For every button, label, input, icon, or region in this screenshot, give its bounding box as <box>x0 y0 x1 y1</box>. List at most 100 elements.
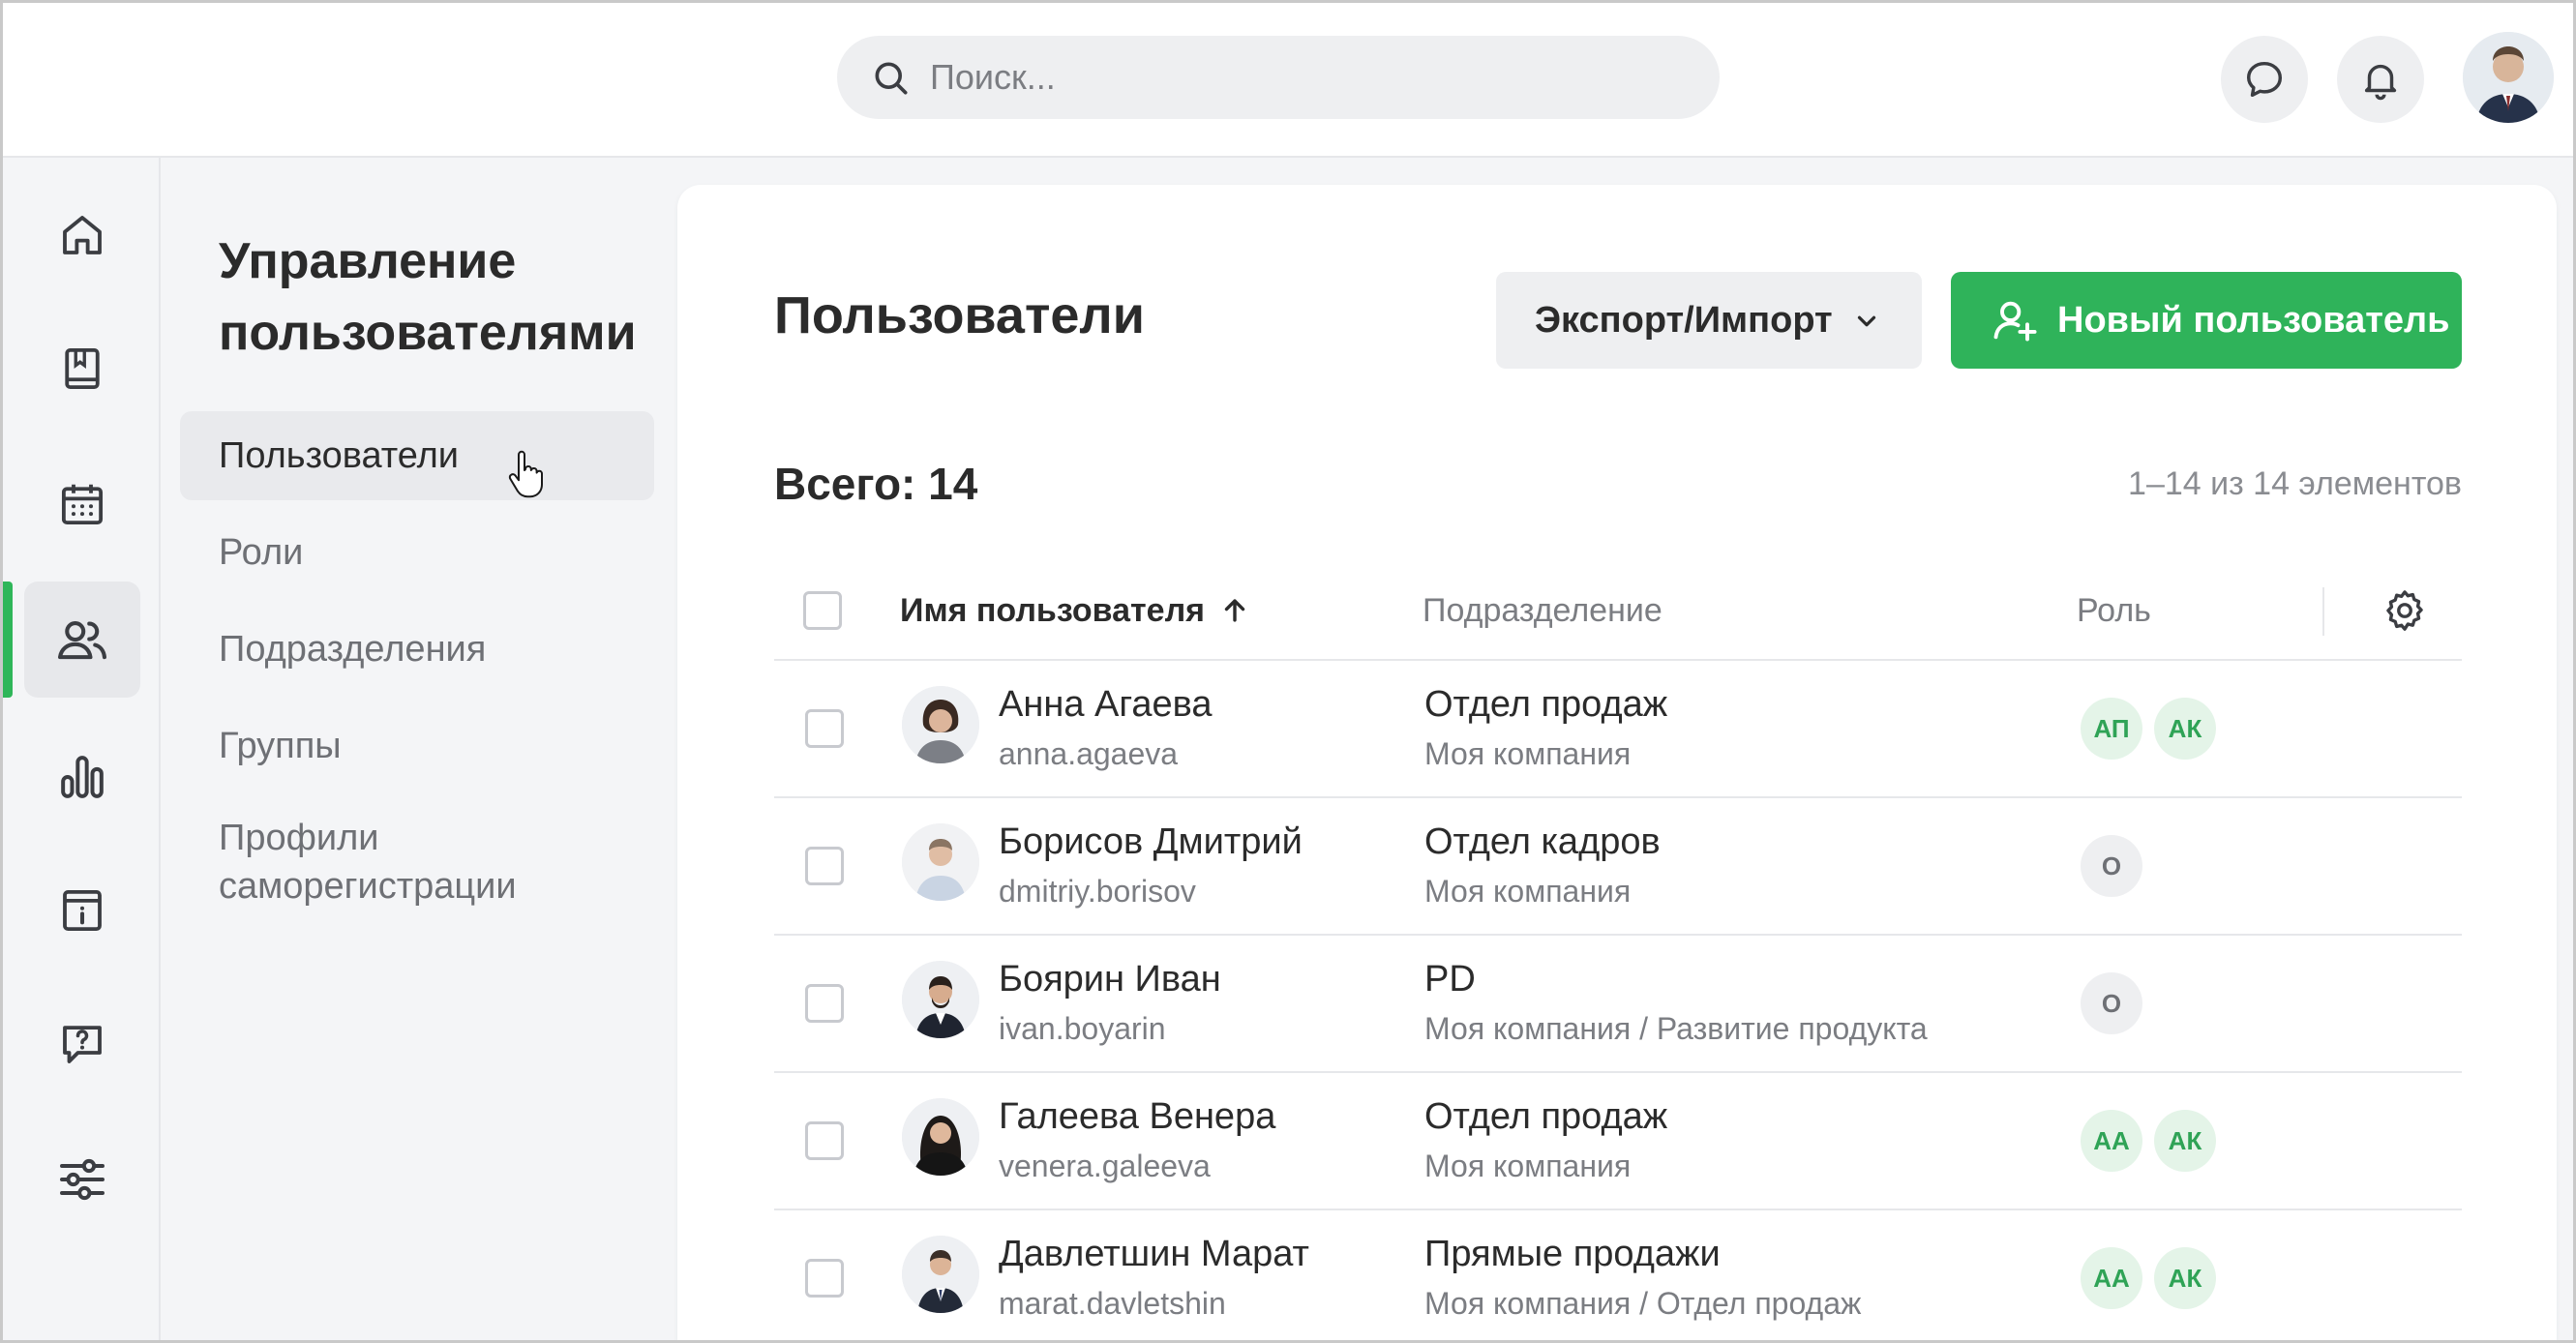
select-all-checkbox[interactable] <box>803 591 842 630</box>
select-all-cell <box>803 560 842 661</box>
user-department: Прямые продажи <box>1424 1234 1721 1274</box>
user-login: dmitriy.borisov <box>999 874 1196 909</box>
bell-icon <box>2364 64 2397 101</box>
subnav-item-users[interactable]: Пользователи <box>180 411 654 500</box>
search-icon <box>875 62 908 95</box>
user-organization: Моя компания / Отдел продаж <box>1424 1286 1862 1321</box>
home-icon <box>63 216 102 254</box>
avatar <box>902 961 979 1038</box>
table-header: Имя пользователя Подразделение Роль <box>774 560 2462 661</box>
avatar-photo <box>902 823 979 901</box>
column-dept-header[interactable]: Подразделение <box>1423 560 1662 661</box>
subnav-item-departments[interactable]: Подразделения <box>180 605 654 694</box>
rail-info[interactable] <box>24 852 140 969</box>
column-divider <box>2322 587 2324 636</box>
user-login: ivan.boyarin <box>999 1011 1166 1046</box>
role-badges: АП АК <box>2081 698 2216 760</box>
avatar-photo <box>902 961 979 1038</box>
avatar-photo <box>902 686 979 763</box>
page-title: Пользователи <box>774 286 1145 344</box>
calendar-icon <box>61 484 104 525</box>
user-organization: Моя компания / Развитие продукта <box>1424 1011 1928 1046</box>
sort-ascending-icon <box>1224 599 1245 622</box>
row-checkbox[interactable] <box>805 984 844 1023</box>
role-badge: АК <box>2154 1110 2216 1172</box>
avatar-photo <box>2463 32 2554 123</box>
user-name[interactable]: Боярин Иван <box>999 959 1221 1000</box>
table-row[interactable]: Борисов Дмитрий dmitriy.borisov Отдел ка… <box>774 798 2462 936</box>
subnav-item-self-registration[interactable]: Профили саморегистрации <box>180 814 586 910</box>
top-header <box>3 3 2573 158</box>
role-badges: О <box>2081 972 2142 1034</box>
role-badges: АА АК <box>2081 1247 2216 1309</box>
user-name[interactable]: Давлетшин Марат <box>999 1234 1309 1275</box>
user-department: PD <box>1424 959 1476 1000</box>
avatar <box>902 1236 979 1313</box>
add-user-icon <box>1993 301 2037 342</box>
user-organization: Моя компания <box>1424 736 1632 771</box>
subnav-item-roles[interactable]: Роли <box>180 508 654 597</box>
row-checkbox[interactable] <box>805 1259 844 1298</box>
section-nav: Управление пользователями Пользователи Р… <box>163 158 675 1340</box>
avatar <box>902 823 979 901</box>
avatar-photo <box>902 1098 979 1176</box>
user-department: Отдел кадров <box>1424 821 1661 862</box>
table-row[interactable]: Боярин Иван ivan.boyarin PD Моя компания… <box>774 936 2462 1073</box>
active-indicator <box>3 582 13 698</box>
user-organization: Моя компания <box>1424 1149 1632 1183</box>
avatar-photo <box>902 1236 979 1313</box>
table-row[interactable]: Галеева Венера venera.galeeva Отдел прод… <box>774 1073 2462 1210</box>
chat-bubble-icon <box>2246 61 2283 98</box>
section-title: Управление пользователями <box>219 233 637 361</box>
role-badge: АК <box>2154 698 2216 760</box>
table-row[interactable]: Анна Агаева anna.agaeva Отдел продаж Моя… <box>774 661 2462 798</box>
subnav-item-groups[interactable]: Группы <box>180 701 654 791</box>
table-row[interactable]: Давлетшин Марат marat.davletshin Прямые … <box>774 1210 2462 1340</box>
info-icon <box>63 889 102 932</box>
user-login: venera.galeeva <box>999 1149 1211 1183</box>
column-name-header[interactable]: Имя пользователя <box>900 560 1251 661</box>
pagination-range: 1–14 из 14 элементов <box>2128 465 2462 502</box>
avatar <box>902 686 979 763</box>
total-count: Всего: 14 <box>774 459 978 509</box>
rail-help[interactable] <box>24 986 140 1102</box>
user-department: Отдел продаж <box>1424 1096 1668 1137</box>
chart-icon <box>61 756 104 798</box>
row-checkbox[interactable] <box>805 709 844 748</box>
user-name[interactable]: Борисов Дмитрий <box>999 821 1303 863</box>
help-icon <box>63 1026 102 1063</box>
rail-users[interactable] <box>24 582 140 698</box>
user-organization: Моя компания <box>1424 874 1632 909</box>
role-badge: АК <box>2154 1247 2216 1309</box>
user-login: anna.agaeva <box>999 736 1179 771</box>
rail-knowledge[interactable] <box>24 311 140 427</box>
role-badge: АА <box>2081 1247 2142 1309</box>
export-import-button[interactable]: Экспорт/Импорт <box>1496 272 1922 369</box>
row-checkbox[interactable] <box>805 1121 844 1160</box>
notifications-button[interactable] <box>2337 36 2424 123</box>
role-badge: АА <box>2081 1110 2142 1172</box>
hand-cursor-icon <box>508 450 543 498</box>
user-name[interactable]: Галеева Венера <box>999 1096 1275 1138</box>
role-badge: АП <box>2081 698 2142 760</box>
user-avatar[interactable] <box>2463 32 2554 123</box>
row-checkbox[interactable] <box>805 847 844 885</box>
rail-home[interactable] <box>24 177 140 293</box>
chevron-down-icon <box>1857 315 1876 327</box>
avatar <box>902 1098 979 1176</box>
rail-settings[interactable] <box>24 1121 140 1238</box>
search-input[interactable] <box>930 36 1685 119</box>
new-user-button[interactable]: Новый пользователь <box>1951 272 2462 369</box>
role-badges: АА АК <box>2081 1110 2216 1172</box>
rail-analytics[interactable] <box>24 719 140 835</box>
user-name[interactable]: Анна Агаева <box>999 684 1213 726</box>
role-badge: О <box>2081 972 2142 1034</box>
rail-calendar[interactable] <box>24 446 140 562</box>
settings-sliders-icon <box>60 1158 105 1201</box>
search-bar[interactable] <box>837 36 1720 119</box>
chat-button[interactable] <box>2221 36 2308 123</box>
user-department: Отдел продаж <box>1424 684 1668 725</box>
column-role-header[interactable]: Роль <box>2077 560 2151 661</box>
table-settings-button[interactable] <box>2381 560 2429 661</box>
role-badge: О <box>2081 835 2142 897</box>
